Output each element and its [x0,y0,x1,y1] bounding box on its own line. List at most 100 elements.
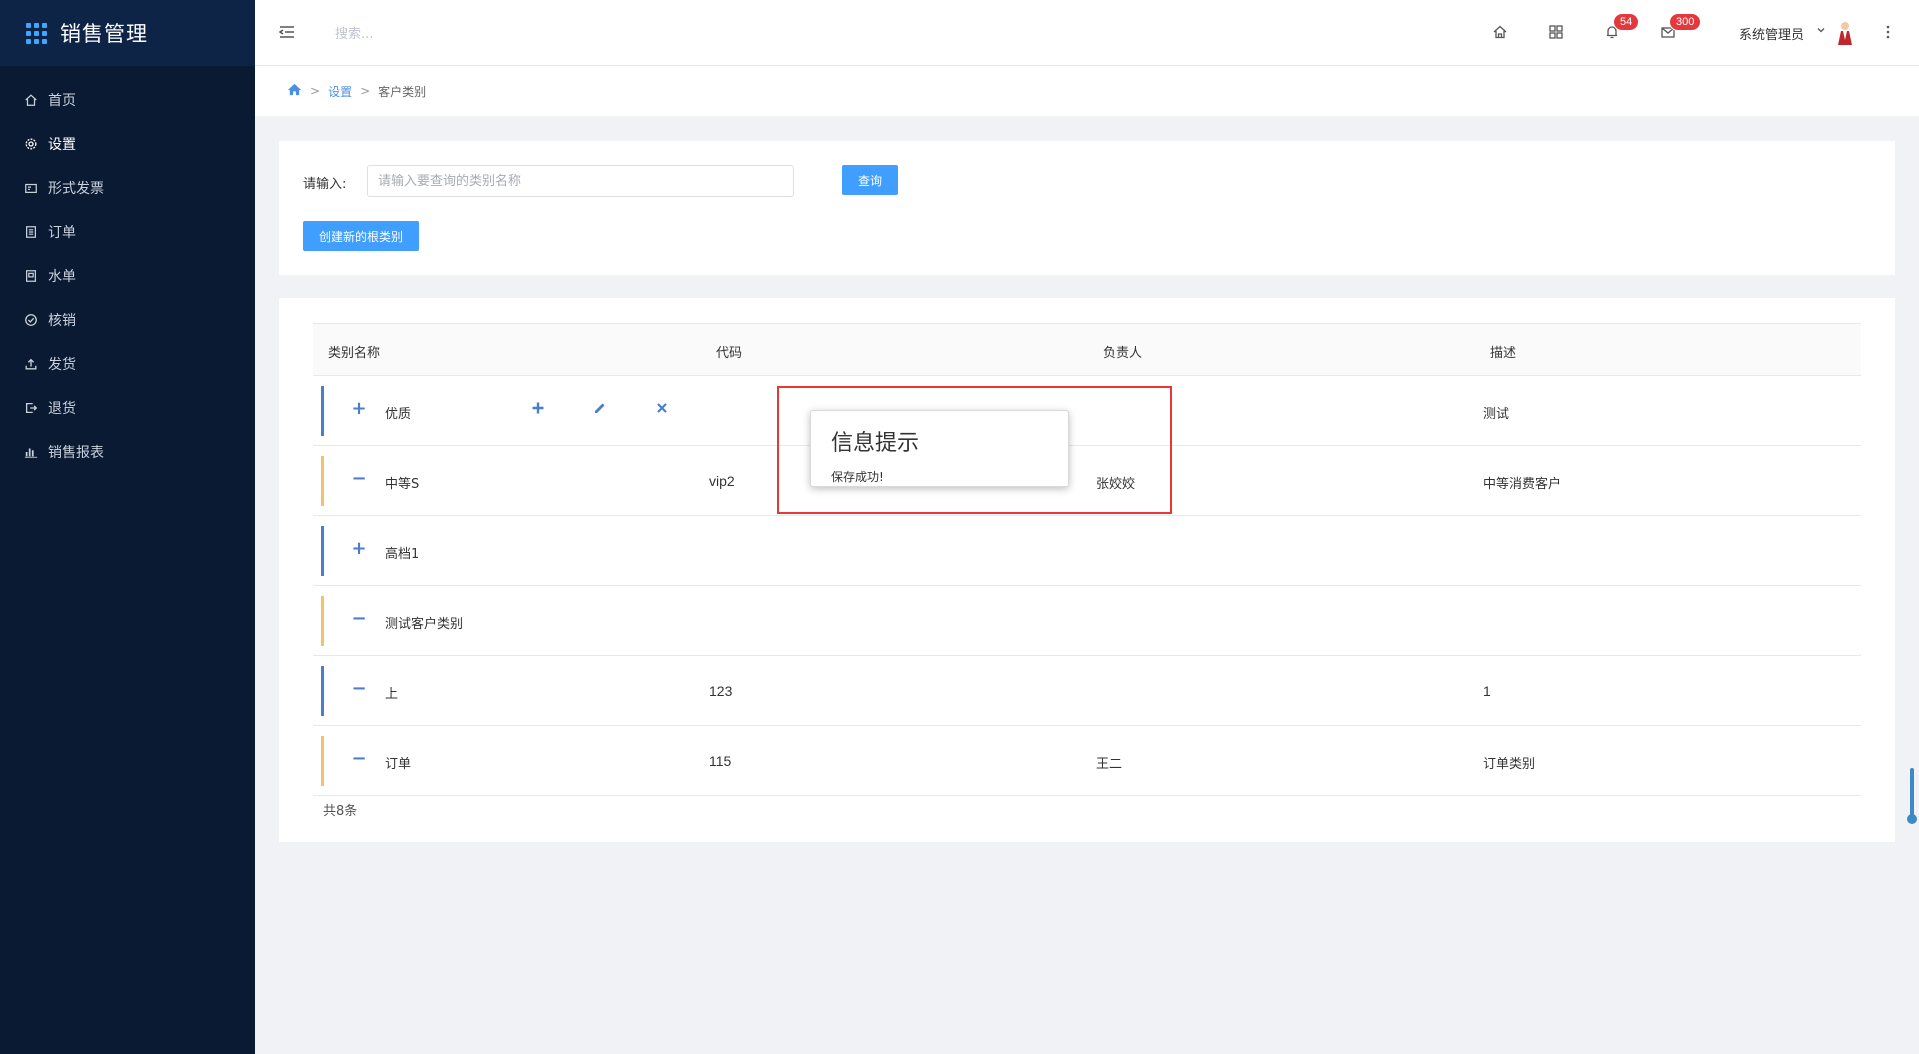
breadcrumb: > 设置 > 客户类别 [255,66,1919,116]
info-toast: 信息提示 保存成功! [810,410,1069,487]
return-icon [24,401,38,415]
sidebar-item-label: 退货 [48,401,76,417]
table-row[interactable]: − 订单 115 王二 订单类别 [313,726,1861,796]
sidebar-item-return[interactable]: 退货 [0,386,255,430]
sidebar-item-sales-report[interactable]: 销售报表 [0,430,255,474]
collapse-icon[interactable]: − [351,468,367,489]
query-button[interactable]: 查询 [842,165,898,195]
category-description: 1 [1483,683,1491,699]
sidebar-item-shipping[interactable]: 发货 [0,342,255,386]
toast-message: 保存成功! [831,470,884,484]
gear-icon [24,137,38,151]
sidebar-item-order[interactable]: 订单 [0,210,255,254]
home-icon [24,93,38,107]
toast-title: 信息提示 [831,431,920,456]
delete-icon[interactable] [654,400,670,416]
notification-badge: 54 [1613,13,1640,31]
column-header-name: 类别名称 [328,346,381,361]
table-row[interactable]: − 上 123 1 [313,656,1861,726]
brand: 销售管理 [0,0,255,66]
scrollbar-thumb[interactable] [1910,768,1914,820]
sidebar-item-label: 设置 [48,137,76,153]
breadcrumb-settings[interactable]: 设置 [328,83,352,100]
app-title: 销售管理 [60,22,148,46]
row-indicator [321,596,324,646]
collapse-icon[interactable]: − [351,608,367,629]
category-description: 中等消费客户 [1483,477,1562,492]
sidebar-item-writeoff[interactable]: 核销 [0,298,255,342]
table-row[interactable]: − 测试客户类别 [313,586,1861,656]
collapse-icon[interactable]: − [351,678,367,699]
mail-icon[interactable]: 300 [1659,13,1702,41]
sidebar-item-label: 订单 [48,225,76,241]
row-indicator [321,386,324,436]
sidebar: 销售管理 首页 设置 形式发票 订单 水单 核销 发货 退货 销售报表 [0,0,255,1054]
menu-toggle-icon[interactable] [277,22,297,42]
search-input[interactable] [335,22,535,46]
avatar[interactable] [1835,20,1855,46]
order-icon [24,225,38,239]
sidebar-item-label: 首页 [48,93,76,109]
collapse-icon[interactable]: − [351,748,367,769]
category-name: 订单 [385,757,412,772]
category-code: 123 [709,683,733,699]
table-row[interactable]: + 高档1 [313,516,1861,586]
category-table-panel: 类别名称 代码 负责人 描述 + 优质 测试 − 中等S vip2 张姣姣 中等… [279,298,1895,842]
category-description: 测试 [1483,407,1510,422]
breadcrumb-separator: > [310,84,321,98]
expand-icon[interactable]: + [351,398,367,419]
category-name: 中等S [385,477,420,492]
sidebar-menu: 首页 设置 形式发票 订单 水单 核销 发货 退货 销售报表 [0,78,255,474]
category-code: vip2 [709,473,735,489]
sidebar-item-receipt[interactable]: 水单 [0,254,255,298]
sidebar-item-invoice[interactable]: 形式发票 [0,166,255,210]
table-header: 类别名称 代码 负责人 描述 [313,323,1861,376]
bell-icon[interactable]: 54 [1603,13,1640,41]
search-label: 请输入: [303,177,347,192]
category-name: 上 [385,687,399,702]
create-root-category-button[interactable]: 创建新的根类别 [303,221,419,251]
sidebar-item-settings[interactable]: 设置 [0,122,255,166]
row-indicator [321,736,324,786]
add-child-icon[interactable] [530,400,546,416]
column-header-code: 代码 [716,346,743,361]
sidebar-item-label: 形式发票 [48,181,104,197]
breadcrumb-home-icon[interactable] [287,82,302,100]
total-count: 共8条 [323,804,358,819]
category-description: 订单类别 [1483,757,1536,772]
sidebar-item-label: 销售报表 [48,445,104,461]
category-search-input[interactable] [367,165,794,197]
category-name: 测试客户类别 [385,617,464,632]
message-badge: 300 [1669,13,1702,31]
search-panel: 请输入: 查询 创建新的根类别 [279,141,1895,275]
sidebar-item-label: 核销 [48,313,76,329]
column-header-owner: 负责人 [1103,346,1143,361]
apps-icon[interactable] [1547,23,1565,41]
category-code: 115 [709,753,732,769]
breadcrumb-separator: > [360,84,371,98]
breadcrumb-current: 客户类别 [378,84,427,99]
category-name: 优质 [385,407,412,422]
sidebar-item-home[interactable]: 首页 [0,78,255,122]
sidebar-item-label: 水单 [48,269,76,285]
invoice-icon [24,181,38,195]
category-name: 高档1 [385,547,420,562]
row-indicator [321,456,324,506]
upload-icon [24,357,38,371]
apps-grid-icon [26,22,47,44]
user-name[interactable]: 系统管理员 [1739,24,1804,43]
scrollbar-knob[interactable] [1907,814,1917,824]
home-icon[interactable] [1491,23,1509,41]
column-header-description: 描述 [1490,346,1517,361]
sidebar-item-label: 发货 [48,357,76,373]
expand-icon[interactable]: + [351,538,367,559]
category-owner: 王二 [1096,757,1123,772]
row-indicator [321,666,324,716]
more-vertical-icon[interactable] [1885,24,1891,44]
top-bar: 54 300 系统管理员 [255,0,1919,66]
check-circle-icon [24,313,38,327]
bar-chart-icon [24,445,38,459]
receipt-icon [24,269,38,283]
edit-icon[interactable] [592,400,608,416]
chevron-down-icon[interactable] [1815,24,1827,40]
